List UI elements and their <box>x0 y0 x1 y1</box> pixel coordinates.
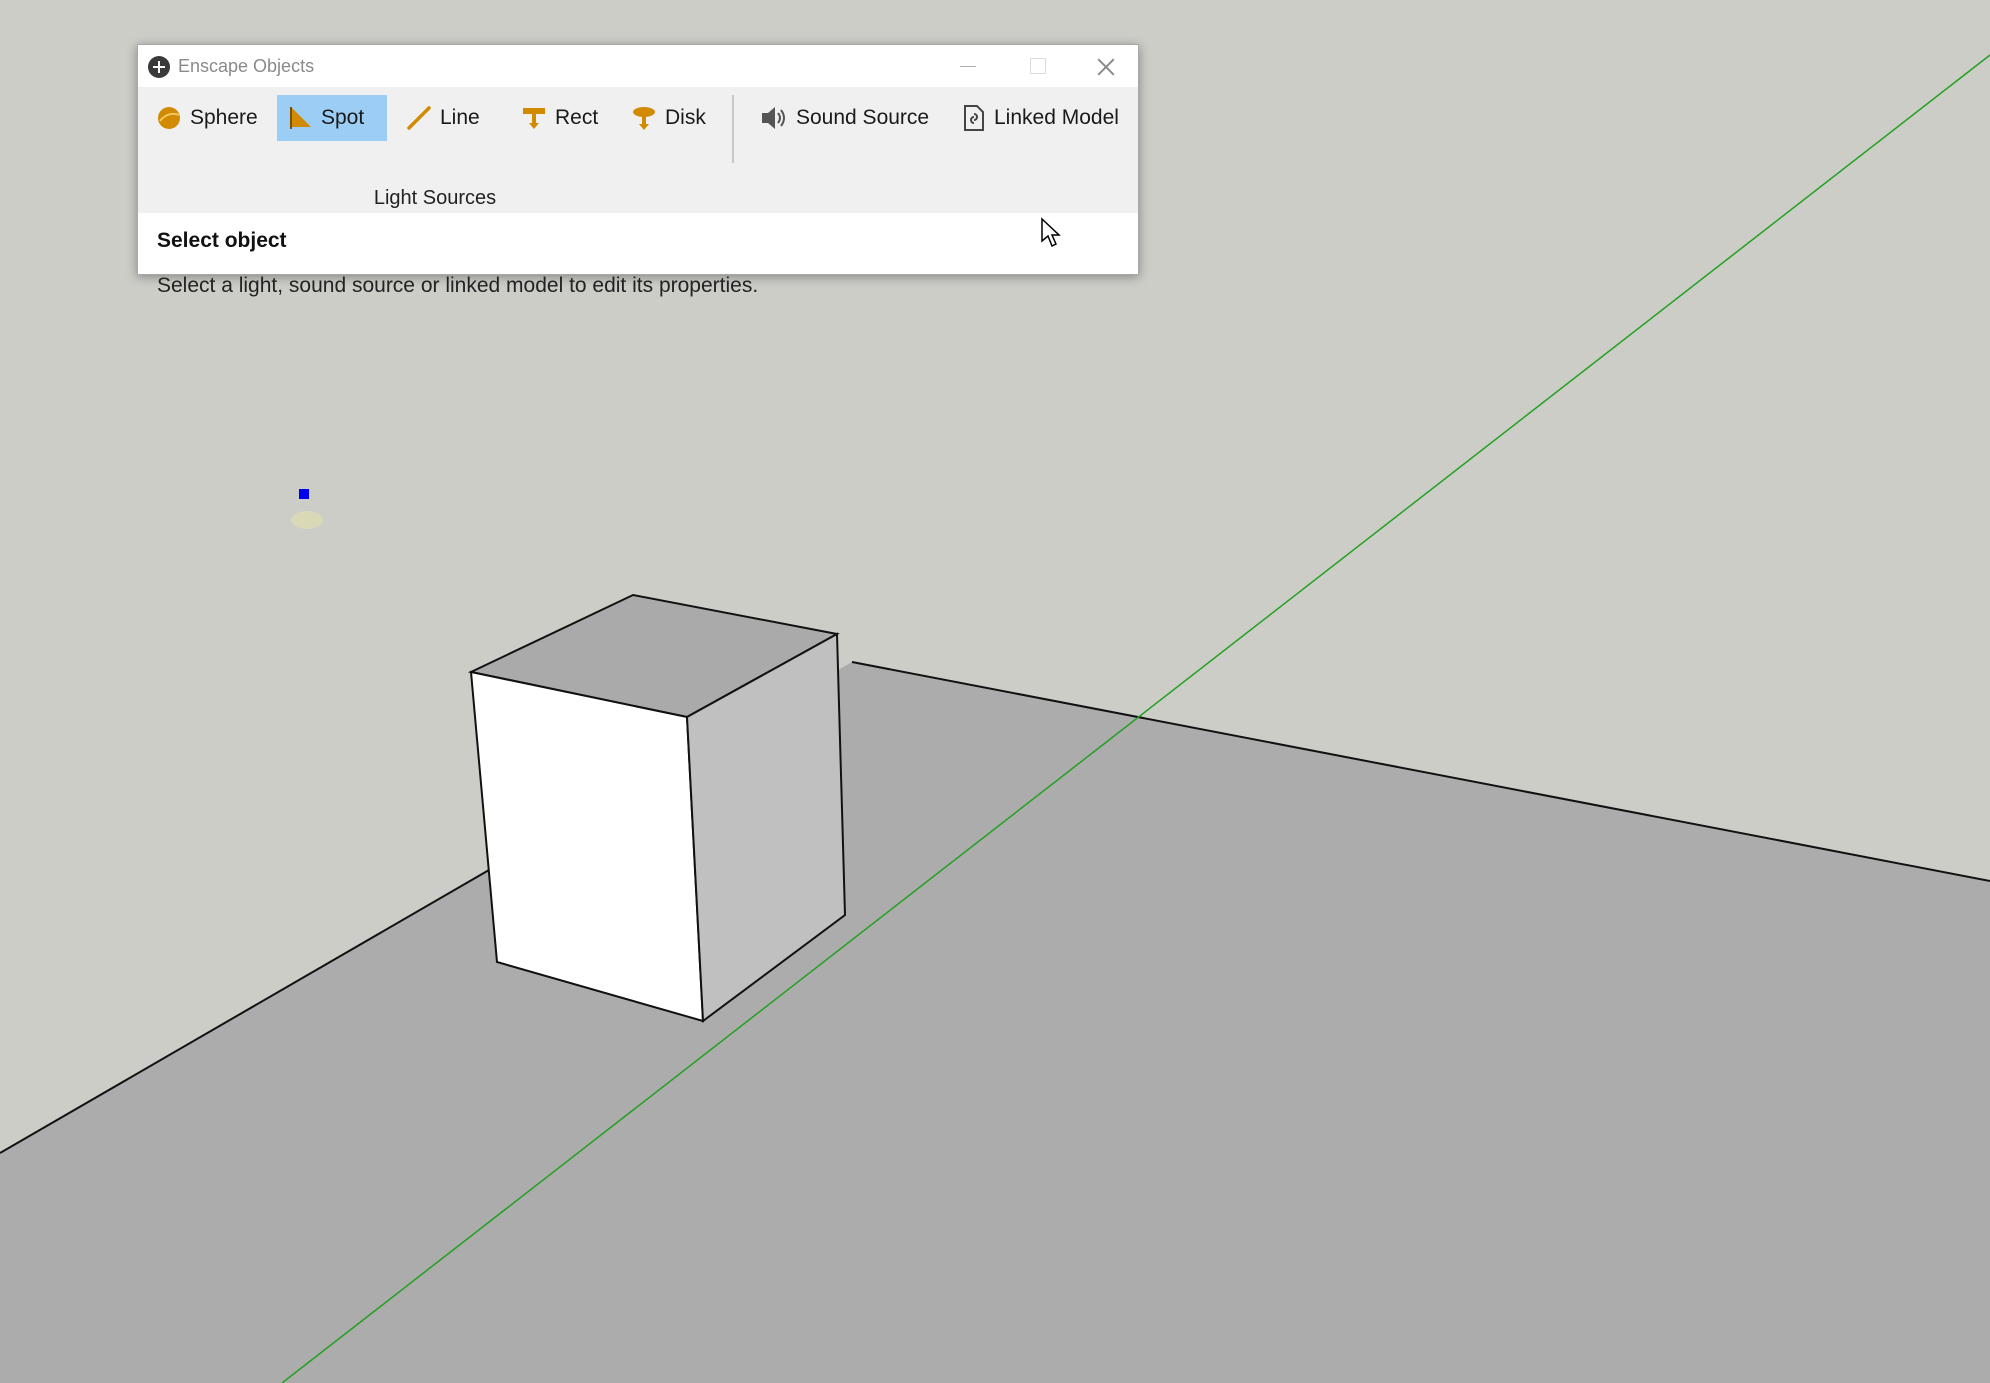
maximize-button[interactable] <box>1002 45 1072 87</box>
sphere-light-button[interactable]: Sphere <box>146 95 268 141</box>
rect-light-icon <box>523 108 545 129</box>
line-label: Line <box>440 106 480 129</box>
sphere-label: Sphere <box>190 106 258 129</box>
sound-source-button[interactable]: Sound Source <box>750 95 939 141</box>
speaker-icon <box>762 107 785 129</box>
spot-light-icon <box>290 107 311 129</box>
spot-light-button[interactable]: Spot <box>277 95 387 141</box>
properties-panel: Select object Select a light, sound sour… <box>138 213 1138 297</box>
rect-light-button[interactable]: Rect <box>511 95 608 141</box>
disk-light-button[interactable]: Disk <box>621 95 716 141</box>
spot-light-handle[interactable] <box>299 489 309 499</box>
disk-light-icon <box>633 107 655 130</box>
objects-toolbar: Sphere Spot Line Rect Disk Sound Source … <box>138 87 1138 213</box>
disk-label: Disk <box>665 106 706 129</box>
toolbar-separator <box>732 95 734 163</box>
ground-plane <box>0 662 1990 1383</box>
rect-label: Rect <box>555 106 599 129</box>
enscape-plus-icon <box>148 56 170 78</box>
panel-description: Select a light, sound source or linked m… <box>157 274 759 297</box>
mouse-cursor-icon <box>1041 217 1061 248</box>
spot-light-glow <box>291 511 323 529</box>
spot-label: Spot <box>321 106 365 129</box>
linked-model-button[interactable]: Linked Model <box>952 95 1129 141</box>
minimize-button[interactable] <box>932 45 1002 87</box>
linked-model-icon <box>964 105 984 131</box>
sound-source-label: Sound Source <box>796 106 930 129</box>
window-title: Enscape Objects <box>178 56 315 76</box>
line-light-icon <box>407 106 431 130</box>
window-titlebar[interactable]: Enscape Objects <box>138 45 1138 87</box>
linked-model-label: Linked Model <box>994 106 1119 129</box>
enscape-objects-window: Enscape Objects Sphere Spot Line Rect Di… <box>137 44 1139 297</box>
close-button[interactable] <box>1070 45 1140 87</box>
sphere-light-icon <box>158 107 180 129</box>
line-light-button[interactable]: Line <box>396 95 490 141</box>
panel-heading: Select object <box>157 229 287 252</box>
